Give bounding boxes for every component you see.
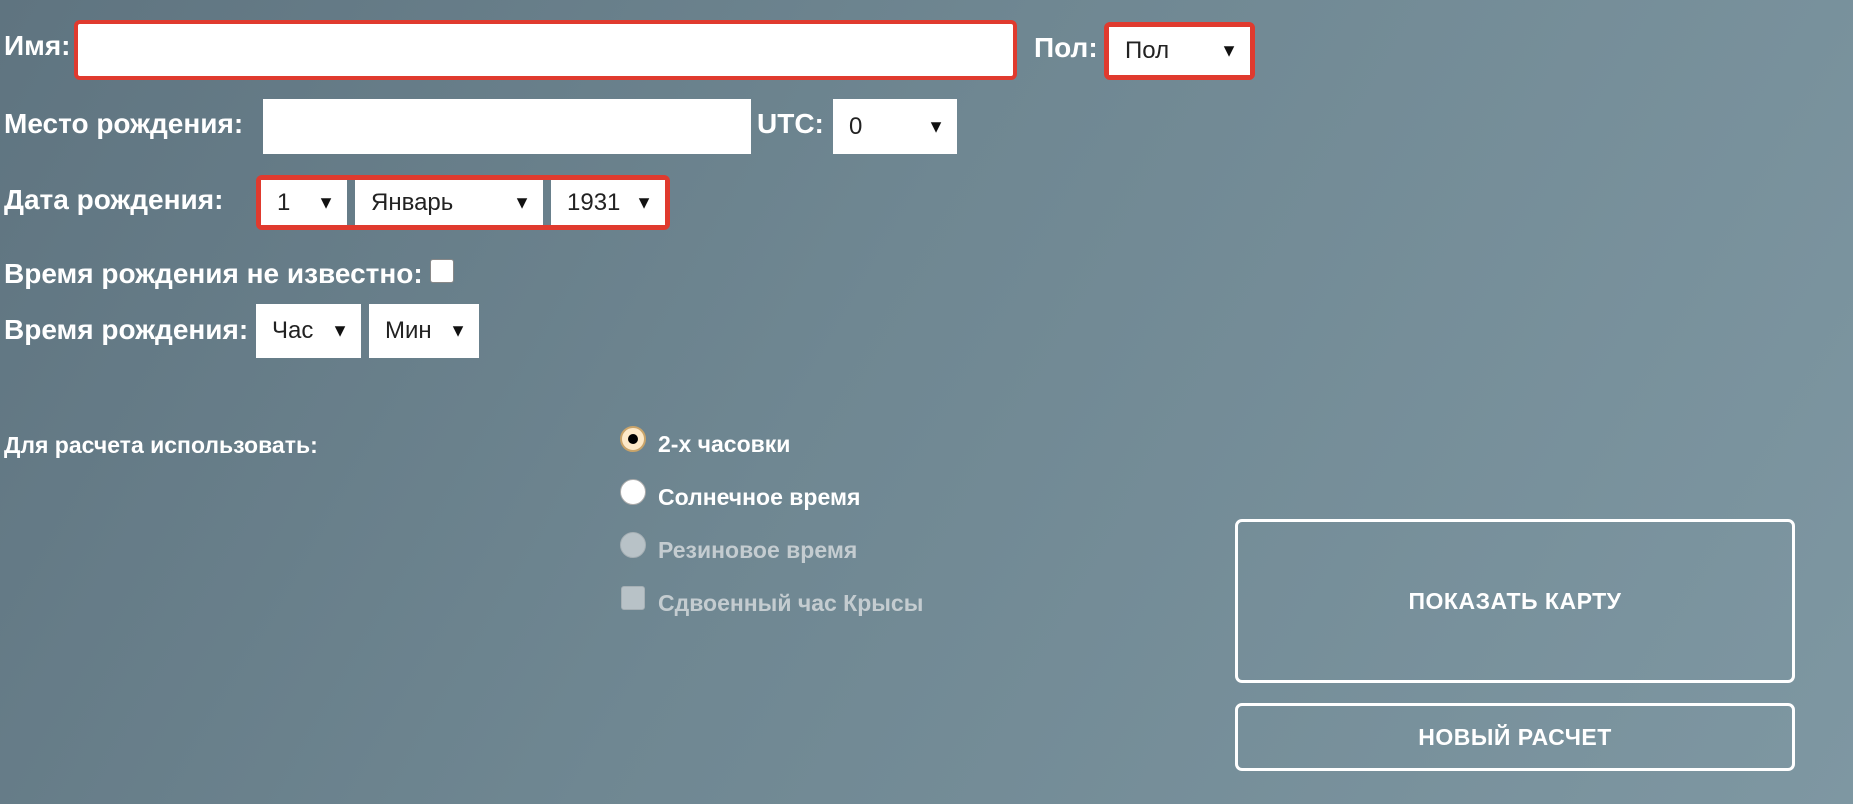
caret-down-icon: ▼ <box>317 192 335 212</box>
new-calculation-button[interactable]: НОВЫЙ РАСЧЕТ <box>1235 703 1795 771</box>
minute-select[interactable]: Мин ▼ <box>369 304 479 358</box>
day-selected-value: 1 <box>277 188 291 216</box>
double-rat-hour-option-label: Сдвоенный час Крысы <box>658 590 924 616</box>
minute-selected-value: Мин <box>385 317 432 344</box>
hour-select[interactable]: Час ▼ <box>256 304 361 358</box>
day-select[interactable]: 1 ▼ <box>261 180 347 225</box>
show-map-button[interactable]: ПОКАЗАТЬ КАРТУ <box>1235 519 1795 683</box>
caret-down-icon: ▼ <box>1220 40 1238 61</box>
hour-selected-value: Час <box>272 317 314 344</box>
rubber-time-option-label: Резиновое время <box>658 537 858 563</box>
caret-down-icon: ▼ <box>927 116 945 136</box>
birthdate-label: Дата рождения: <box>4 184 224 215</box>
caret-down-icon: ▼ <box>635 192 653 212</box>
utc-label: UTC: <box>757 108 824 139</box>
gender-label: Пол: <box>1034 32 1098 63</box>
double-rat-hour-checkbox <box>621 586 645 610</box>
birthplace-input[interactable] <box>263 99 751 154</box>
utc-selected-value: 0 <box>849 112 863 140</box>
month-selected-value: Январь <box>371 188 454 216</box>
utc-select[interactable]: 0 ▼ <box>833 99 957 154</box>
name-input[interactable] <box>74 20 1017 80</box>
year-select[interactable]: 1931 ▼ <box>551 180 665 225</box>
rubber-time-radio <box>620 532 646 558</box>
gender-select[interactable]: Пол ▼ <box>1109 27 1250 75</box>
caret-down-icon: ▼ <box>513 192 531 212</box>
two-hour-radio[interactable] <box>620 426 646 452</box>
calc-method-label: Для расчета использовать: <box>4 432 318 458</box>
month-select[interactable]: Январь ▼ <box>355 180 543 225</box>
name-label: Имя: <box>4 30 71 61</box>
birthplace-label: Место рождения: <box>4 108 244 139</box>
birthtime-label: Время рождения: <box>4 314 249 345</box>
solar-time-option-label[interactable]: Солнечное время <box>658 484 860 511</box>
unknown-time-checkbox[interactable] <box>430 259 454 283</box>
caret-down-icon: ▼ <box>331 320 349 341</box>
two-hour-option-label[interactable]: 2-х часовки <box>658 431 790 458</box>
unknown-time-label: Время рождения не известно: <box>4 258 423 289</box>
solar-time-radio[interactable] <box>620 479 646 505</box>
gender-selected-value: Пол <box>1125 37 1170 64</box>
year-selected-value: 1931 <box>567 188 621 216</box>
caret-down-icon: ▼ <box>449 320 467 341</box>
